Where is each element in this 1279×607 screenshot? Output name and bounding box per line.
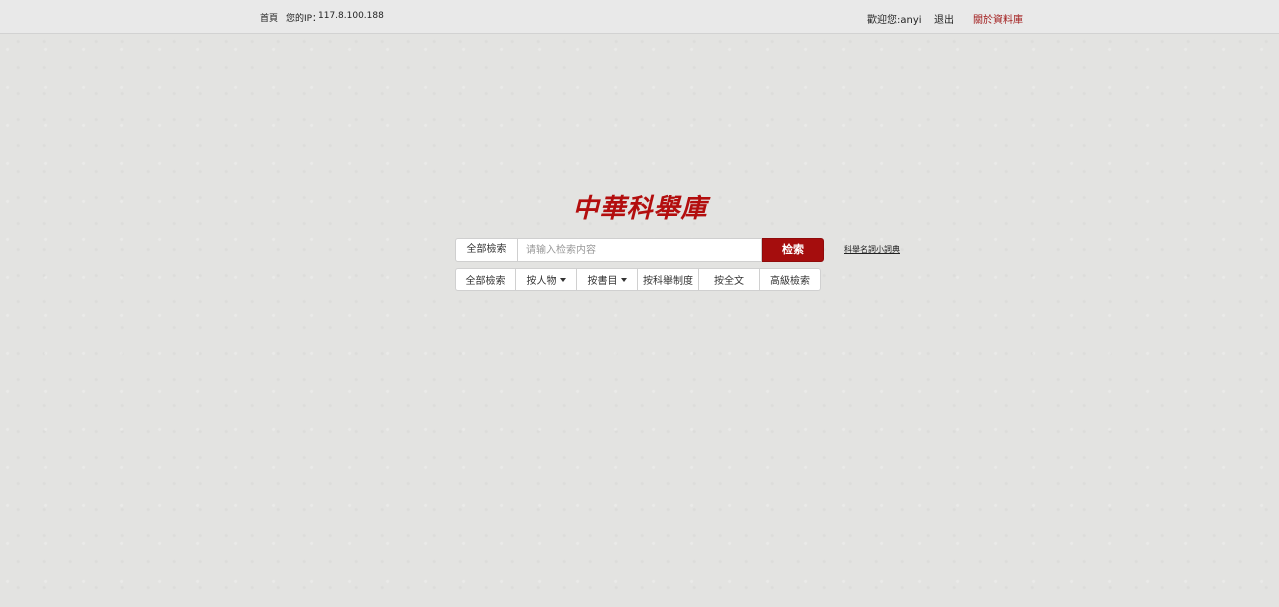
tab-by-fulltext[interactable]: 按全文 [699, 268, 760, 291]
ip-label: 您的IP： [286, 14, 322, 24]
tab-advanced-search[interactable]: 高級檢索 [760, 268, 821, 291]
home-link[interactable]: 首頁 [260, 11, 278, 24]
keju-dictionary-link[interactable]: 科舉名詞小詞典 [844, 244, 900, 255]
tab-label: 按全文 [714, 276, 744, 287]
search-input[interactable] [517, 238, 762, 262]
about-database-link[interactable]: 關於資料庫 [973, 11, 1023, 26]
logout-link[interactable]: 退出 [934, 11, 954, 26]
tab-all-search[interactable]: 全部檢索 [455, 268, 516, 291]
search-button[interactable]: 检索 [762, 238, 824, 262]
tab-label: 高級檢索 [770, 276, 810, 287]
tab-label: 按科舉制度 [643, 276, 693, 287]
caret-down-icon [559, 277, 566, 282]
search-bar: 全部檢索 检索 [455, 238, 825, 262]
welcome-user-text: 歡迎您:anyi [867, 15, 922, 26]
tab-label: 按人物 [526, 276, 557, 287]
search-type-tabs: 全部檢索 按人物 按書目 按科舉制度 按全文 高級檢索 [455, 268, 821, 291]
search-scope-button[interactable]: 全部檢索 [455, 238, 517, 262]
site-logo: 中華科舉庫 [572, 194, 708, 224]
tab-label: 全部檢索 [465, 276, 506, 287]
caret-down-icon [620, 277, 627, 282]
tab-by-person[interactable]: 按人物 [516, 268, 577, 291]
tab-by-exam-system[interactable]: 按科舉制度 [638, 268, 699, 291]
ip-address: 117.8.100.188 [318, 11, 384, 21]
top-navigation-bar: 首頁 您的IP： 117.8.100.188 歡迎您:anyi 退出 關於資料庫 [0, 0, 1279, 34]
tab-by-bibliography[interactable]: 按書目 [577, 268, 638, 291]
tab-label: 按書目 [587, 276, 618, 287]
